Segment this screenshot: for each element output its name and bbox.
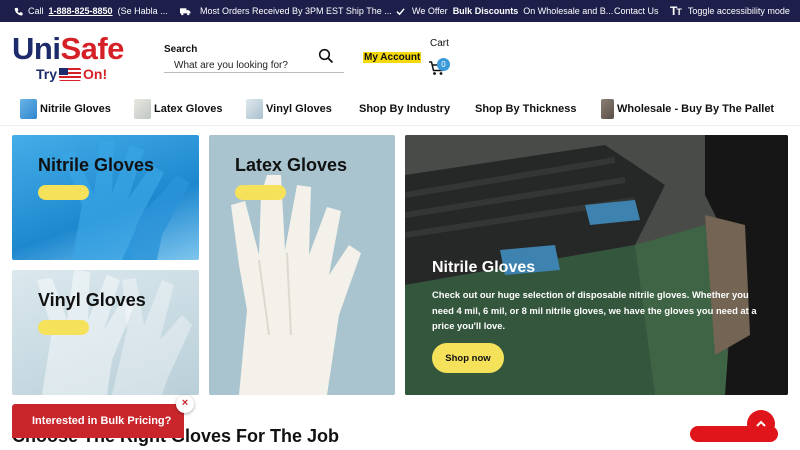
phone-suffix: (Se Habla ... (117, 6, 168, 16)
nav-item-shop-by-thickness[interactable]: Shop By Thickness (475, 92, 576, 126)
tile-pill-button[interactable] (235, 185, 286, 200)
nav-item-vinyl-gloves[interactable]: Vinyl Gloves (246, 92, 332, 126)
logo-wordmark: UniSafe (12, 31, 124, 66)
phone-prefix: Call (28, 6, 44, 16)
top-announcement-bar: Call 1-888-825-8850 (Se Habla ... Most O… (0, 0, 800, 22)
discount-announcement: We Offer Bulk Discounts On Wholesale and… (396, 0, 613, 22)
tile-title: Latex Gloves (235, 155, 348, 175)
discount-bold: Bulk Discounts (452, 6, 519, 16)
vinyl-glove-thumbnail-icon (246, 99, 263, 119)
tile-title: Nitrile Gloves (38, 155, 155, 175)
contact-us-link[interactable]: Contact Us (614, 0, 659, 22)
search-label: Search (164, 44, 198, 55)
accessibility-toggle[interactable]: TT Toggle accessibility mode (670, 0, 790, 22)
discount-prefix: We Offer (412, 6, 448, 16)
latex-glove-thumbnail-icon (134, 99, 151, 119)
search-icon[interactable] (318, 48, 334, 64)
hero-description: Check out our huge selection of disposab… (432, 289, 757, 331)
nav-item-nitrile-gloves[interactable]: Nitrile Gloves (20, 92, 111, 126)
hero-title: Nitrile Gloves (432, 259, 536, 276)
hero-banner: Nitrile Gloves Check out our huge select… (405, 135, 788, 395)
my-account-link[interactable]: My Account (363, 52, 422, 63)
tile-title: Vinyl Gloves (38, 290, 146, 310)
nav-item-shop-by-industry[interactable]: Shop By Industry (359, 92, 450, 126)
category-tile-nitrile[interactable]: Nitrile Gloves (12, 135, 199, 260)
nav-item-latex-gloves[interactable]: Latex Gloves (134, 92, 222, 126)
cart-count-badge: 0 (437, 58, 450, 71)
unisafe-logo[interactable]: UniSafe Try On! (12, 32, 147, 84)
category-tile-vinyl[interactable]: Vinyl Gloves (12, 270, 199, 395)
tile-pill-button[interactable] (38, 320, 89, 335)
main-navigation: Nitrile Gloves Latex Gloves Vinyl Gloves… (0, 92, 800, 126)
text-size-icon: TT (670, 4, 682, 18)
cart-label[interactable]: Cart (430, 38, 449, 49)
check-badge-icon (396, 7, 405, 15)
main-content: Nitrile Gloves Vinyl Gloves Latex Gloves (0, 126, 800, 450)
nav-item-label: Latex Gloves (154, 103, 223, 115)
shipping-text: Most Orders Received By 3PM EST Ship The… (200, 6, 392, 16)
shop-now-button[interactable]: Shop now (432, 343, 504, 373)
nav-item-wholesale[interactable]: Wholesale - Buy By The Pallet (601, 92, 774, 126)
nav-item-label: Nitrile Gloves (40, 103, 111, 115)
accessibility-label: Toggle accessibility mode (687, 6, 790, 16)
nitrile-glove-thumbnail-icon (20, 99, 37, 119)
nav-item-label: Shop By Thickness (475, 103, 577, 115)
nav-item-label: Vinyl Gloves (266, 103, 332, 115)
nav-item-label: Shop By Industry (359, 103, 451, 115)
nav-item-label: Wholesale - Buy By The Pallet (617, 103, 775, 115)
category-tile-latex[interactable]: Latex Gloves (209, 135, 395, 395)
site-header: UniSafe Try On! Search My Account Cart 0 (0, 22, 800, 92)
logo-tagline: Try On! (36, 66, 108, 82)
pallet-box-thumbnail-icon (601, 99, 614, 119)
chevron-up-icon (756, 420, 766, 427)
shipping-announcement: Most Orders Received By 3PM EST Ship The… (180, 0, 392, 22)
phone-icon (14, 7, 23, 16)
tile-pill-button[interactable] (38, 185, 89, 200)
search-input[interactable] (164, 59, 344, 73)
scroll-to-top-button[interactable] (747, 410, 775, 438)
truck-icon (180, 7, 191, 15)
phone-number-link[interactable]: 1-888-825-8850 (49, 6, 113, 16)
discount-suffix: On Wholesale and B... (523, 6, 614, 16)
us-flag-icon (59, 67, 82, 81)
bulk-pricing-button[interactable]: Interested in Bulk Pricing? (12, 404, 184, 438)
phone-announcement: Call 1-888-825-8850 (Se Habla ... (14, 0, 168, 22)
close-icon[interactable]: × (176, 395, 194, 413)
